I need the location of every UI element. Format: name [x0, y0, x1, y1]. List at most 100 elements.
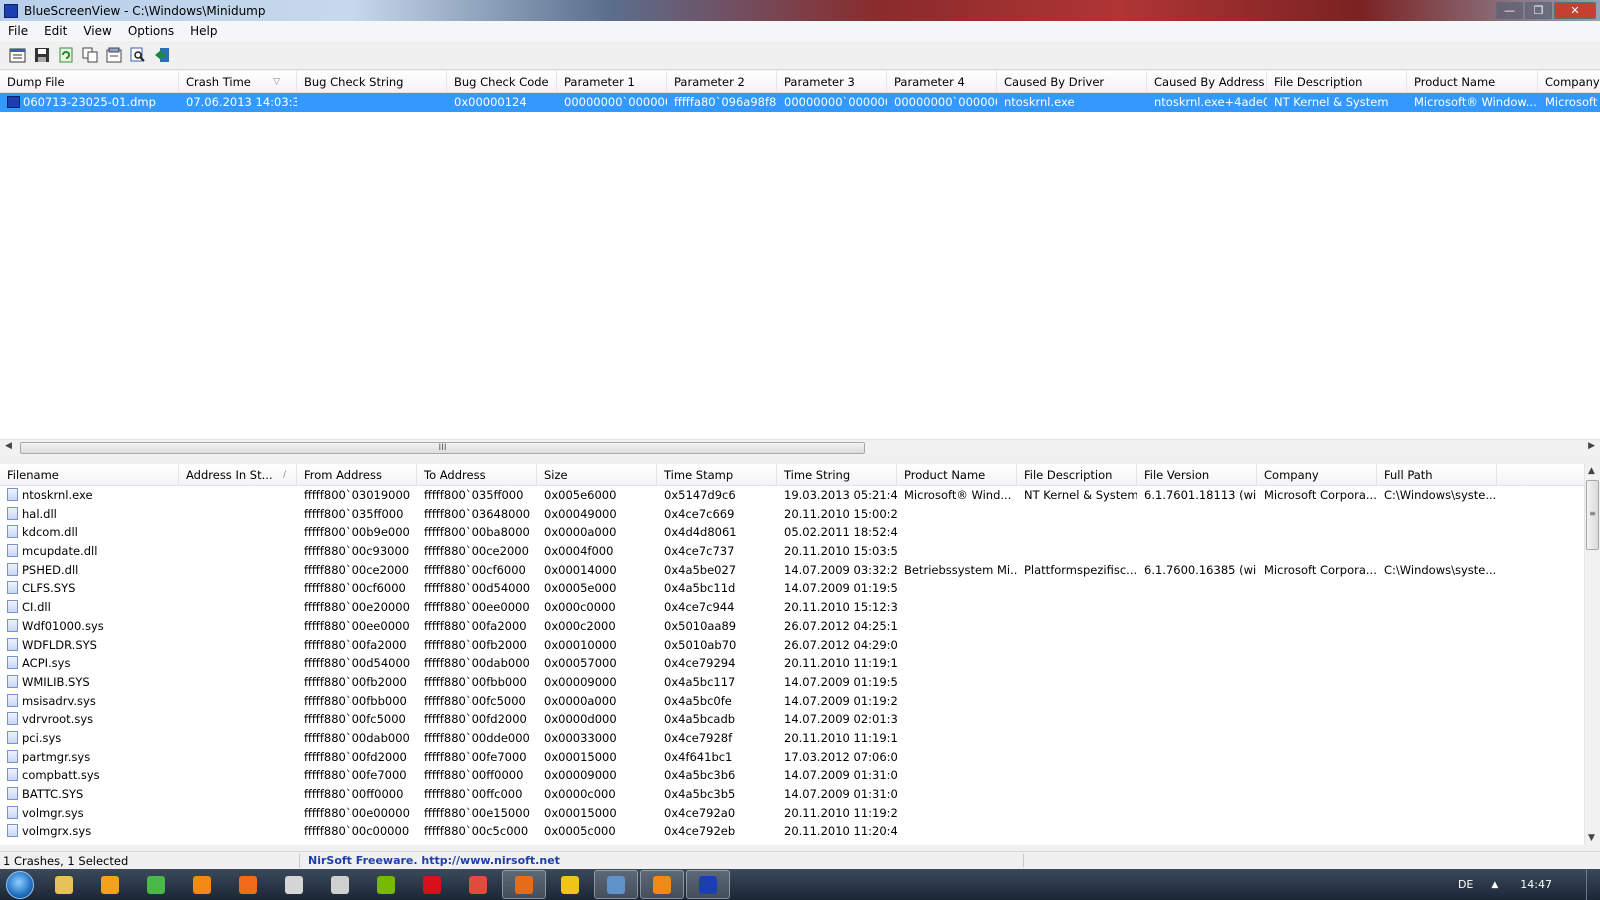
taskbar-button[interactable] [226, 870, 270, 899]
table-row[interactable]: partmgr.sys fffff880`00fd2000 fffff880`00f… [0, 748, 1584, 767]
col-file-description[interactable]: File Description [1017, 464, 1137, 485]
cell-product-name [897, 804, 1017, 823]
driver-file-name: partmgr.sys [22, 749, 91, 764]
col-file-version[interactable]: File Version [1137, 464, 1257, 485]
vertical-scrollbar[interactable]: ▲ ≡ ▼ [1584, 464, 1600, 845]
table-row[interactable]: kdcom.dll fffff800`00b9e000 fffff800`00ba8… [0, 523, 1584, 542]
cell-filename: vdrvroot.sys [0, 710, 179, 729]
col-parameter-1[interactable]: Parameter 1 [557, 71, 667, 92]
table-row[interactable]: volmgrx.sys fffff880`00c00000 fffff880`00c… [0, 822, 1584, 841]
cell-to-address: fffff880`00c5c000 [424, 824, 529, 839]
driver-file-icon [7, 674, 18, 688]
find-icon[interactable] [128, 46, 147, 65]
properties-icon[interactable] [8, 46, 27, 65]
col-address-in-stack[interactable]: Address In St... / [179, 464, 297, 485]
col-product-name[interactable]: Product Name [1407, 71, 1538, 92]
taskbar-button[interactable] [686, 870, 730, 899]
cell-address-in-stack [179, 561, 297, 580]
save-icon[interactable] [32, 46, 51, 65]
driver-file-icon [7, 637, 18, 651]
table-row[interactable]: compbatt.sys fffff880`00fe7000 fffff880`00… [0, 766, 1584, 785]
table-row[interactable]: hal.dll fffff800`035ff000 fffff800`0364800… [0, 505, 1584, 524]
tray-expand-icon[interactable]: ▲ [1491, 880, 1498, 890]
taskbar-button[interactable] [502, 870, 546, 899]
taskbar-button[interactable] [548, 870, 592, 899]
col-filename[interactable]: Filename [0, 464, 179, 485]
taskbar-button[interactable] [364, 870, 408, 899]
col-caused-by-driver[interactable]: Caused By Driver [997, 71, 1147, 92]
table-row[interactable]: ACPI.sys fffff880`00d54000 fffff880`00dab0… [0, 654, 1584, 673]
taskbar-button[interactable] [88, 870, 132, 899]
table-row[interactable]: WDFLDR.SYS fffff880`00fa2000 fffff880`00fb… [0, 636, 1584, 655]
col-from-address[interactable]: From Address [297, 464, 417, 485]
cell-company [1257, 505, 1377, 524]
col-full-path[interactable]: Full Path [1377, 464, 1497, 485]
scroll-right-icon[interactable]: ▶ [1588, 441, 1595, 451]
taskbar-button[interactable] [410, 870, 454, 899]
table-row[interactable]: BATTC.SYS fffff880`00ff0000 fffff880`00ffc… [0, 785, 1584, 804]
table-row[interactable]: CI.dll fffff880`00e20000 fffff880`00ee0000… [0, 598, 1584, 617]
taskbar-button[interactable] [640, 870, 684, 899]
col-bug-check-code[interactable]: Bug Check Code [447, 71, 557, 92]
col-caused-by-address[interactable]: Caused By Address [1147, 71, 1267, 92]
menu-file[interactable]: File [0, 24, 36, 38]
col-bug-check-string[interactable]: Bug Check String [297, 71, 447, 92]
show-desktop-button[interactable] [1586, 869, 1600, 900]
menu-help[interactable]: Help [182, 24, 225, 38]
refresh-icon[interactable] [56, 46, 75, 65]
table-row[interactable]: Wdf01000.sys fffff880`00ee0000 fffff880`00… [0, 617, 1584, 636]
col-parameter-4[interactable]: Parameter 4 [887, 71, 997, 92]
vertical-scroll-thumb[interactable]: ≡ [1586, 480, 1599, 550]
taskbar-button[interactable] [318, 870, 362, 899]
table-row[interactable]: volmgr.sys fffff880`00e00000 fffff880`00e1… [0, 804, 1584, 823]
table-row[interactable]: PSHED.dll fffff880`00ce2000 fffff880`00cf6… [0, 561, 1584, 580]
col-to-address[interactable]: To Address [417, 464, 537, 485]
col-company[interactable]: Company [1538, 71, 1600, 92]
cell-size: 0x0004f000 [544, 544, 614, 559]
scroll-up-icon[interactable]: ▲ [1588, 466, 1595, 476]
col-size[interactable]: Size [537, 464, 657, 485]
horizontal-scrollbar[interactable]: ◀ III ▶ [0, 439, 1600, 456]
table-row[interactable]: msisadrv.sys fffff880`00fbb000 fffff880`00… [0, 692, 1584, 711]
start-button[interactable] [0, 869, 40, 900]
col-time-stamp[interactable]: Time Stamp [657, 464, 777, 485]
restore-button[interactable]: ❐ [1525, 2, 1552, 19]
scroll-thumb[interactable]: III [20, 442, 865, 454]
taskbar-button[interactable] [272, 870, 316, 899]
nirsoft-link[interactable]: NirSoft Freeware. http://www.nirsoft.net [300, 854, 1024, 867]
taskbar-button[interactable] [594, 870, 638, 899]
dump-file-icon [7, 95, 20, 108]
table-row[interactable]: mcupdate.dll fffff880`00c93000 fffff880`00… [0, 542, 1584, 561]
col-crash-time[interactable]: Crash Time ▽ [179, 71, 297, 92]
clock[interactable]: 14:47 [1520, 878, 1552, 891]
table-row[interactable]: ntoskrnl.exe fffff800`03019000 fffff800`03… [0, 486, 1584, 505]
col-product-name[interactable]: Product Name [897, 464, 1017, 485]
taskbar-button[interactable] [134, 870, 178, 899]
col-dump-file[interactable]: Dump File [0, 71, 179, 92]
table-row[interactable]: CLFS.SYS fffff880`00cf6000 fffff880`00d540… [0, 579, 1584, 598]
scroll-left-icon[interactable]: ◀ [5, 441, 12, 451]
col-parameter-2[interactable]: Parameter 2 [667, 71, 777, 92]
close-button[interactable]: ✕ [1554, 2, 1596, 19]
minimize-button[interactable]: — [1496, 2, 1523, 19]
taskbar-button[interactable] [180, 870, 224, 899]
menu-edit[interactable]: Edit [36, 24, 75, 38]
menu-view[interactable]: View [75, 24, 119, 38]
cell-filename: PSHED.dll [0, 561, 179, 580]
html-report-icon[interactable] [104, 46, 123, 65]
scroll-down-icon[interactable]: ▼ [1588, 833, 1595, 843]
table-row[interactable]: pci.sys fffff880`00dab000 fffff880`00dde00… [0, 729, 1584, 748]
table-row[interactable]: WMILIB.SYS fffff880`00fb2000 fffff880`00fb… [0, 673, 1584, 692]
language-indicator[interactable]: DE [1458, 878, 1473, 891]
crash-row[interactable]: 060713-23025-01.dmp 07.06.2013 14:03:31 … [0, 93, 1600, 112]
menu-options[interactable]: Options [120, 24, 182, 38]
col-file-description[interactable]: File Description [1267, 71, 1407, 92]
copy-icon[interactable] [80, 46, 99, 65]
exit-icon[interactable] [152, 46, 171, 65]
taskbar-button[interactable] [456, 870, 500, 899]
taskbar-button[interactable] [42, 870, 86, 899]
col-parameter-3[interactable]: Parameter 3 [777, 71, 887, 92]
col-time-string[interactable]: Time String [777, 464, 897, 485]
col-company[interactable]: Company [1257, 464, 1377, 485]
table-row[interactable]: vdrvroot.sys fffff880`00fc5000 fffff880`00… [0, 710, 1584, 729]
